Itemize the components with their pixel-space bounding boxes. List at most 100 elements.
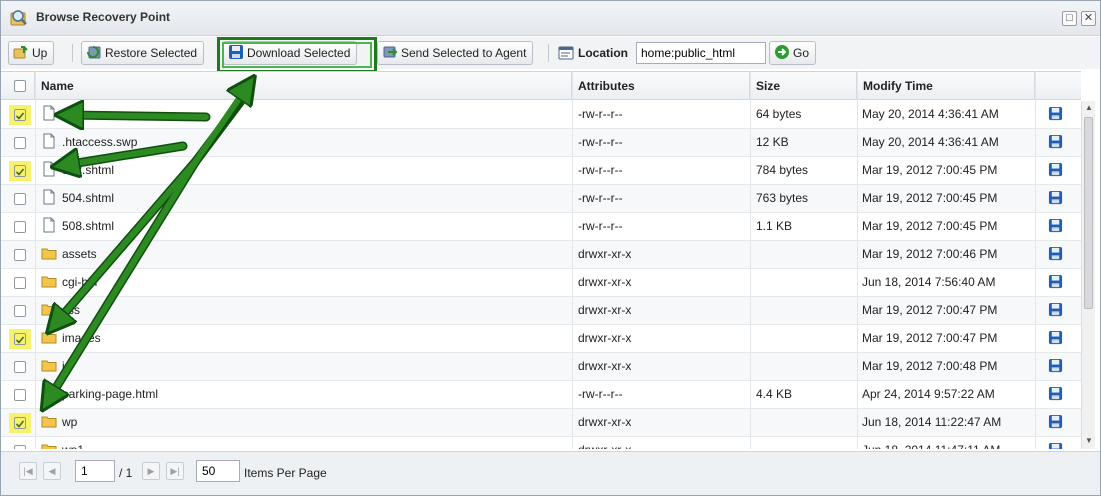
row-checkbox[interactable] bbox=[14, 249, 26, 261]
next-page-button[interactable]: ▶ bbox=[142, 462, 160, 480]
location-input[interactable] bbox=[636, 42, 766, 64]
first-page-button[interactable]: |◀ bbox=[19, 462, 37, 480]
close-button[interactable]: ✕ bbox=[1081, 11, 1096, 26]
row-download-button[interactable] bbox=[1048, 353, 1068, 380]
row-checkbox[interactable] bbox=[14, 109, 26, 121]
checkmark-icon bbox=[15, 420, 25, 428]
file-name: cgi-bin bbox=[62, 275, 98, 289]
row-download-button[interactable] bbox=[1048, 241, 1068, 268]
name-cell[interactable]: 502.shtml bbox=[41, 157, 569, 184]
go-button[interactable]: Go bbox=[769, 41, 817, 65]
name-cell[interactable]: parking-page.html bbox=[41, 381, 569, 408]
column-header-name[interactable]: Name bbox=[35, 72, 572, 100]
table-row[interactable]: 504.shtml -rw-r--r-- 763 bytes Mar 19, 2012… bbox=[1, 185, 1081, 213]
size-cell: 763 bytes bbox=[756, 191, 809, 205]
table-row[interactable]: css drwxr-xr-x Mar 19, 2012 7:00:47 PM bbox=[1, 297, 1081, 325]
name-cell[interactable]: wp bbox=[41, 409, 569, 436]
table-row[interactable]: .htaccess -rw-r--r-- 64 bytes May 20, 2014 … bbox=[1, 101, 1081, 129]
row-download-button[interactable] bbox=[1048, 185, 1068, 212]
row-checkbox[interactable] bbox=[14, 361, 26, 373]
name-cell[interactable]: images bbox=[41, 325, 569, 352]
row-checkbox[interactable] bbox=[14, 137, 26, 149]
attributes-cell: drwxr-xr-x bbox=[578, 331, 632, 345]
maximize-button[interactable]: □ bbox=[1062, 11, 1077, 26]
file-icon bbox=[41, 216, 57, 233]
row-checkbox[interactable] bbox=[14, 333, 26, 345]
row-checkbox[interactable] bbox=[14, 417, 26, 429]
size-cell: 1.1 KB bbox=[756, 219, 793, 233]
table-row[interactable]: assets drwxr-xr-x Mar 19, 2012 7:00:46 PM bbox=[1, 241, 1081, 269]
send-selected-to-agent-button[interactable]: Send Selected to Agent bbox=[377, 41, 534, 65]
table-row[interactable]: wp1 drwxr-xr-x Jun 18, 2014 11:47:11 AM bbox=[1, 437, 1081, 449]
column-header-size[interactable]: Size bbox=[750, 72, 857, 100]
row-checkbox[interactable] bbox=[14, 277, 26, 289]
row-checkbox[interactable] bbox=[14, 305, 26, 317]
row-checkbox[interactable] bbox=[14, 165, 26, 177]
row-checkbox[interactable] bbox=[14, 221, 26, 233]
table-row[interactable]: wp drwxr-xr-x Jun 18, 2014 11:22:47 AM bbox=[1, 409, 1081, 437]
name-cell[interactable]: js bbox=[41, 353, 569, 380]
location-icon bbox=[558, 46, 574, 60]
table-row[interactable]: images drwxr-xr-x Mar 19, 2012 7:00:47 PM bbox=[1, 325, 1081, 353]
table-row[interactable]: 508.shtml -rw-r--r-- 1.1 KB Mar 19, 2012 7:… bbox=[1, 213, 1081, 241]
attributes-cell: -rw-r--r-- bbox=[578, 107, 623, 121]
size-cell: 64 bytes bbox=[756, 107, 802, 121]
row-download-button[interactable] bbox=[1048, 437, 1068, 449]
name-cell[interactable]: 504.shtml bbox=[41, 185, 569, 212]
toolbar: Up Restore Selected Download Selected Se… bbox=[1, 37, 1100, 69]
row-checkbox[interactable] bbox=[14, 445, 26, 449]
file-name: 504.shtml bbox=[62, 191, 115, 205]
row-download-button[interactable] bbox=[1048, 381, 1068, 408]
name-cell[interactable]: cgi-bin bbox=[41, 269, 569, 296]
page-count-text: / 1 bbox=[119, 466, 133, 480]
name-cell[interactable]: wp1 bbox=[41, 437, 569, 449]
row-download-button[interactable] bbox=[1048, 129, 1068, 156]
table-row[interactable]: 502.shtml -rw-r--r-- 784 bytes Mar 19, 2012… bbox=[1, 157, 1081, 185]
up-button[interactable]: Up bbox=[8, 41, 55, 65]
name-cell[interactable]: assets bbox=[41, 241, 569, 268]
name-cell[interactable]: .htaccess bbox=[41, 101, 569, 128]
next-page-icon: ▶ bbox=[147, 466, 155, 476]
floppy-disk-icon bbox=[1048, 134, 1063, 149]
name-cell[interactable]: 508.shtml bbox=[41, 213, 569, 240]
size-cell bbox=[756, 437, 856, 449]
go-arrow-icon bbox=[775, 45, 789, 59]
table-row[interactable]: js drwxr-xr-x Mar 19, 2012 7:00:48 PM bbox=[1, 353, 1081, 381]
attributes-cell: -rw-r--r-- bbox=[578, 163, 623, 177]
row-checkbox[interactable] bbox=[14, 389, 26, 401]
row-download-button[interactable] bbox=[1048, 325, 1068, 352]
scroll-down-icon[interactable]: ▼ bbox=[1085, 436, 1093, 445]
checkmark-icon bbox=[15, 336, 25, 344]
scrollbar-thumb[interactable] bbox=[1084, 117, 1093, 309]
row-checkbox[interactable] bbox=[14, 193, 26, 205]
column-header-attributes[interactable]: Attributes bbox=[572, 72, 750, 100]
scroll-up-icon[interactable]: ▲ bbox=[1085, 103, 1093, 112]
column-divider bbox=[857, 71, 858, 449]
previous-page-button[interactable]: ◀ bbox=[43, 462, 61, 480]
vertical-scrollbar[interactable]: ▲ ▼ bbox=[1081, 101, 1095, 449]
row-download-button[interactable] bbox=[1048, 269, 1068, 296]
table-row[interactable]: parking-page.html -rw-r--r-- 4.4 KB Apr 24,… bbox=[1, 381, 1081, 409]
folder-icon bbox=[41, 300, 57, 316]
row-download-button[interactable] bbox=[1048, 297, 1068, 324]
row-download-button[interactable] bbox=[1048, 157, 1068, 184]
table-row[interactable]: cgi-bin drwxr-xr-x Jun 18, 2014 7:56:40 AM bbox=[1, 269, 1081, 297]
modify-time-cell: Jun 18, 2014 11:22:47 AM bbox=[862, 415, 1002, 429]
row-download-button[interactable] bbox=[1048, 101, 1068, 128]
column-header-modify-time[interactable]: Modify Time bbox=[857, 72, 1035, 100]
attributes-cell: -rw-r--r-- bbox=[578, 219, 623, 233]
select-all-checkbox[interactable] bbox=[14, 80, 26, 92]
last-page-button[interactable]: ▶| bbox=[166, 462, 184, 480]
row-download-button[interactable] bbox=[1048, 213, 1068, 240]
items-per-page-input[interactable] bbox=[196, 460, 240, 482]
restore-selected-button[interactable]: Restore Selected bbox=[81, 41, 205, 65]
name-cell[interactable]: .htaccess.swp bbox=[41, 129, 569, 156]
row-download-button[interactable] bbox=[1048, 409, 1068, 436]
name-cell[interactable]: css bbox=[41, 297, 569, 324]
file-icon bbox=[41, 132, 57, 149]
table-row[interactable]: .htaccess.swp -rw-r--r-- 12 KB May 20, 2014… bbox=[1, 129, 1081, 157]
attributes-cell: drwxr-xr-x bbox=[578, 247, 632, 261]
page-number-input[interactable] bbox=[75, 460, 115, 482]
size-cell bbox=[756, 297, 856, 324]
floppy-disk-icon bbox=[1048, 190, 1063, 205]
